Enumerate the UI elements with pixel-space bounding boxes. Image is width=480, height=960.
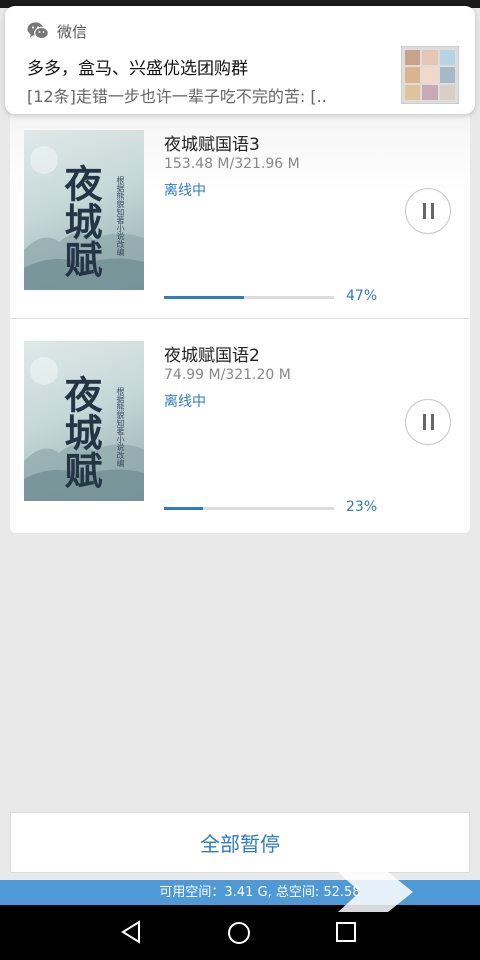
download-item[interactable]: 夜城赋 根据熊貌知著小说改编 夜城赋国语2 74.99 M/321.20 M 离… <box>10 318 470 528</box>
back-triangle-icon[interactable] <box>120 920 142 944</box>
notification-app-name: 微信 <box>57 22 88 41</box>
download-item[interactable]: 夜城赋 根据熊貌知著小说改编 夜城赋国语3 153.48 M/321.96 M … <box>10 108 470 318</box>
cover-title: 夜城赋 <box>58 375 103 489</box>
progress-percent: 23% <box>346 499 378 515</box>
video-cover: 夜城赋 根据熊貌知著小说改编 <box>24 130 144 290</box>
item-title: 夜城赋国语2 <box>164 346 260 366</box>
progress-bar <box>164 507 334 510</box>
progress-percent: 47% <box>346 288 378 304</box>
notification-title: 多多，盒马、兴盛优选团购群 <box>27 59 248 79</box>
pause-button[interactable] <box>405 188 451 234</box>
item-title: 夜城赋国语3 <box>164 135 260 155</box>
home-circle-icon[interactable] <box>227 921 251 945</box>
pause-button[interactable] <box>405 399 451 445</box>
item-size: 153.48 M/321.96 M <box>164 156 300 172</box>
item-status: 离线中 <box>164 183 206 199</box>
pause-icon <box>422 203 434 219</box>
watermark-arrow-icon <box>338 872 413 912</box>
pause-icon <box>422 414 434 430</box>
progress-bar <box>164 296 334 299</box>
recent-square-icon[interactable] <box>336 922 356 942</box>
cover-subtitle: 根据熊貌知著小说改编 <box>116 387 125 467</box>
progress-fill <box>164 507 204 510</box>
item-size: 74.99 M/321.20 M <box>164 367 291 383</box>
download-list: 夜城赋 根据熊貌知著小说改编 夜城赋国语3 153.48 M/321.96 M … <box>10 96 470 533</box>
notification-header: 微信 <box>27 20 87 42</box>
item-status: 离线中 <box>164 394 206 410</box>
progress-fill <box>164 296 244 299</box>
notification-message: [12条]走错一步也许一辈子吃不完的苦: [.. <box>27 87 327 106</box>
wechat-icon <box>27 22 49 40</box>
cover-title: 夜城赋 <box>58 164 103 278</box>
video-cover: 夜城赋 根据熊貌知著小说改编 <box>24 341 144 501</box>
cover-subtitle: 根据熊貌知著小说改编 <box>116 176 125 256</box>
wechat-notification[interactable]: 微信 多多，盒马、兴盛优选团购群 [12条]走错一步也许一辈子吃不完的苦: [.… <box>5 6 475 114</box>
group-avatar <box>401 46 459 104</box>
